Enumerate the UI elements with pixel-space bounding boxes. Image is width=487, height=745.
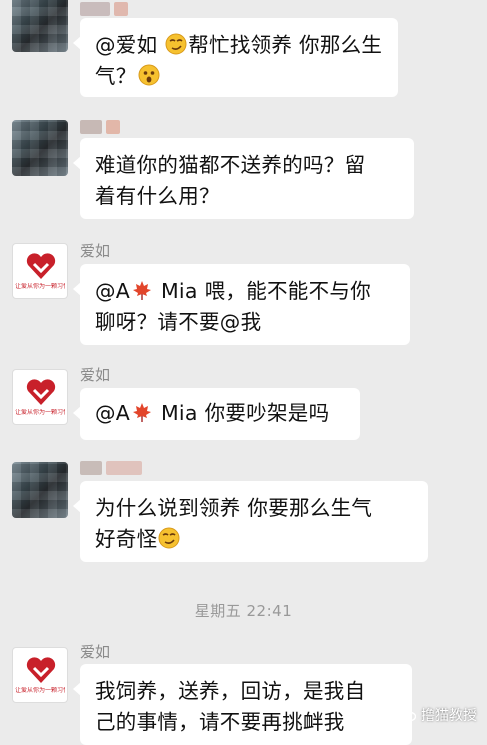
message-bubble[interactable]: 难道你的猫都不送养的吗？留 着有什么用？ <box>73 138 414 219</box>
message-text: Mia 喂，能不能不与你 <box>154 279 372 303</box>
avatar[interactable]: 让爱从你为一颗习惯 <box>12 369 68 425</box>
avatar[interactable] <box>12 462 68 518</box>
message-text: Mia 你要吵架是吗 <box>154 401 330 425</box>
chat-bubbles-icon <box>398 708 416 722</box>
message-bubble[interactable]: @A Mia 喂，能不能不与你聊呀？请不要@我 <box>73 264 410 345</box>
message-text: 帮忙找领养 你那么生 <box>188 33 383 57</box>
logo-text: 让爱从你为一颗习惯 <box>15 409 65 416</box>
sender-name: 爱如 <box>80 242 111 260</box>
avatar[interactable]: 让爱从你为一颗习惯 <box>12 647 68 703</box>
maple-leaf-icon <box>133 281 152 300</box>
time-divider: 星期五 22:41 <box>194 602 293 620</box>
watermark-text: 撸猫教授 <box>421 708 477 724</box>
sender-name: 爱如 <box>80 643 111 661</box>
shocked-emoji-icon <box>138 64 160 86</box>
sender-name-blurred <box>80 461 142 475</box>
watermark: 撸猫教授 <box>398 705 477 725</box>
avatar[interactable]: 让爱从你为一颗习惯 <box>12 243 68 299</box>
message-text: 气？ <box>95 64 137 88</box>
message-text: @A <box>95 401 131 425</box>
avatar[interactable] <box>12 120 68 176</box>
message-text: 难道你的猫都不送养的吗？留 <box>95 153 366 177</box>
message-bubble[interactable]: @爱如 帮忙找领养 你那么生气？ <box>73 18 398 97</box>
message-bubble[interactable]: @A Mia 你要吵架是吗 <box>73 388 360 440</box>
heart-logo-icon <box>26 657 56 683</box>
avatar[interactable] <box>12 0 68 52</box>
message-text: @A <box>95 279 131 303</box>
heart-logo-icon <box>26 379 56 405</box>
message-bubble[interactable]: 为什么说到领养 你要那么生气 好奇怪 <box>73 481 428 562</box>
message-text: 为什么说到领养 你要那么生气 <box>95 496 373 520</box>
sender-name-blurred <box>80 120 120 134</box>
message-text: 聊呀？请不要@我 <box>95 310 262 334</box>
smirk-emoji-icon <box>158 527 180 549</box>
logo-text: 让爱从你为一颗习惯 <box>15 283 65 290</box>
message-text: @爱如 <box>95 33 165 57</box>
logo-text: 让爱从你为一颗习惯 <box>15 687 65 694</box>
message-text: 着有什么用？ <box>95 184 220 208</box>
message-bubble[interactable]: 我饲养，送养，回访，是我自 己的事情，请不要再挑衅我 <box>73 664 412 745</box>
sender-name: 爱如 <box>80 366 111 384</box>
smirk-emoji-icon <box>165 33 187 55</box>
message-text: 我饲养，送养，回访，是我自 <box>95 679 366 703</box>
message-text: 好奇怪 <box>95 527 158 551</box>
message-text: 己的事情，请不要再挑衅我 <box>95 710 345 734</box>
heart-logo-icon <box>26 253 56 279</box>
maple-leaf-icon <box>133 403 152 422</box>
sender-name-blurred <box>80 2 128 16</box>
